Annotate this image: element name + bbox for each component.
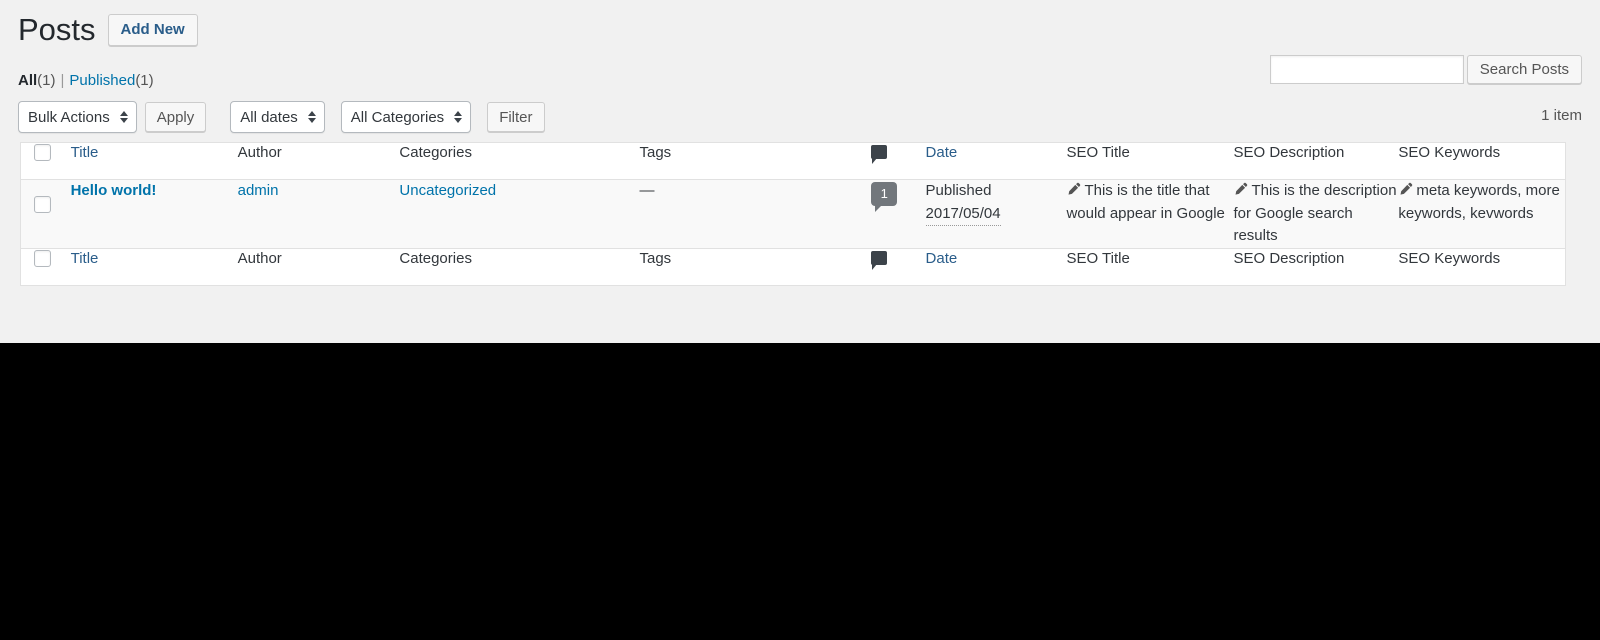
view-filter-links: All(1) | Published(1) [18, 70, 154, 91]
seo-description-value: This is the description for Google searc… [1233, 182, 1397, 244]
pencil-icon [1066, 182, 1081, 197]
footer-tags: Tags [639, 247, 872, 285]
row-seo-description-cell[interactable]: This is the description for Google searc… [1233, 179, 1399, 249]
add-new-button[interactable]: Add New [107, 13, 198, 47]
view-count-all: (1) [37, 72, 56, 89]
category-filter-select[interactable]: All Categories [340, 101, 472, 133]
header-categories: Categories [399, 142, 640, 180]
header-tags: Tags [639, 142, 872, 180]
select-all-checkbox-footer[interactable] [34, 249, 51, 267]
select-all-header [20, 142, 71, 180]
footer-author: Author [237, 247, 400, 285]
search-submit-button[interactable]: Search Posts [1466, 55, 1582, 84]
view-count-published: (1) [135, 72, 154, 89]
header-comments [871, 142, 926, 180]
table-footer-row: Title Author Categories Tags Date SEO Ti… [20, 247, 1566, 285]
footer-title: Title [70, 247, 238, 285]
select-stepper-icon [119, 111, 128, 123]
header-date: Date [925, 142, 1067, 180]
table-header-row: Title Author Categories Tags Date SEO Ti… [20, 142, 1566, 180]
tablenav-top: Bulk Actions Apply All dates All Categor… [18, 101, 545, 133]
bulk-actions-value: Bulk Actions [28, 108, 110, 126]
sort-date-link[interactable]: Date [926, 144, 958, 161]
view-separator: | [60, 72, 65, 89]
search-box: Search Posts [1269, 55, 1582, 84]
table-foot: Title Author Categories Tags Date SEO Ti… [20, 247, 1566, 285]
post-category-link[interactable]: Uncategorized [399, 182, 496, 199]
row-seo-title-cell[interactable]: This is the title that would appear in G… [1066, 179, 1234, 249]
select-all-checkbox[interactable] [34, 144, 51, 161]
footer-seo-description: SEO Description [1233, 247, 1399, 285]
seo-keywords-value: meta keywords, more keywords, kevwords [1398, 182, 1560, 222]
sort-title-link[interactable]: Title [71, 144, 99, 161]
view-link-all[interactable]: All [18, 72, 37, 89]
row-comments-cell: 1 [871, 179, 926, 249]
header-seo-keywords: SEO Keywords [1398, 142, 1566, 180]
bulk-actions-select[interactable]: Bulk Actions [18, 101, 137, 133]
empty-viewport-area [0, 343, 1600, 640]
sort-date-link-footer[interactable]: Date [926, 250, 958, 267]
post-date-status: Published [925, 182, 992, 199]
page-title: Posts [18, 12, 96, 47]
row-categories-cell: Uncategorized [399, 179, 640, 249]
posts-page: Posts Add New All(1) | Published(1) Search… [0, 0, 1600, 343]
row-author-cell: admin [237, 179, 400, 249]
post-tags-value: — [639, 182, 655, 199]
header-seo-title: SEO Title [1066, 142, 1234, 180]
footer-seo-keywords: SEO Keywords [1398, 247, 1566, 285]
post-title-link[interactable]: Hello world! [71, 182, 157, 199]
posts-table: Title Author Categories Tags Date SEO Ti… [20, 142, 1566, 286]
header-author: Author [237, 142, 400, 180]
view-link-published[interactable]: Published [69, 72, 135, 89]
header-seo-description: SEO Description [1233, 142, 1399, 180]
pencil-icon [1398, 182, 1413, 197]
header-title: Title [70, 142, 238, 180]
row-select-checkbox[interactable] [34, 196, 51, 213]
select-stepper-icon [307, 111, 316, 123]
row-select-cell [20, 179, 71, 249]
pencil-icon [1233, 182, 1248, 197]
footer-categories: Categories [399, 247, 640, 285]
comment-count-bubble[interactable]: 1 [871, 182, 898, 212]
select-stepper-icon [454, 111, 463, 123]
apply-button[interactable]: Apply [144, 102, 207, 132]
comment-bubble-icon [871, 145, 888, 164]
item-count: 1 item [1541, 107, 1582, 124]
sort-title-link-footer[interactable]: Title [71, 250, 99, 267]
table-row: Hello world! admin Uncategorized — 1 Pub… [20, 179, 1566, 249]
footer-date: Date [925, 247, 1067, 285]
category-filter-value: All Categories [350, 108, 445, 126]
post-date-value: 2017/05/04 [925, 203, 1001, 226]
seo-title-value: This is the title that would appear in G… [1066, 182, 1225, 222]
date-filter-value: All dates [240, 108, 298, 126]
filter-button[interactable]: Filter [487, 102, 545, 132]
table-body: Hello world! admin Uncategorized — 1 Pub… [20, 179, 1566, 249]
footer-seo-title: SEO Title [1066, 247, 1234, 285]
row-date-cell: Published 2017/05/04 [925, 179, 1067, 249]
row-title-cell: Hello world! [70, 179, 238, 249]
table-head: Title Author Categories Tags Date SEO Ti… [20, 142, 1566, 180]
select-all-footer [20, 247, 71, 285]
search-input[interactable] [1269, 55, 1464, 84]
row-seo-keywords-cell[interactable]: meta keywords, more keywords, kevwords [1398, 179, 1566, 249]
post-author-link[interactable]: admin [238, 182, 279, 199]
page-header: Posts Add New [18, 10, 198, 50]
footer-comments [871, 247, 926, 285]
comment-bubble-icon [871, 250, 888, 270]
row-tags-cell: — [639, 179, 872, 249]
date-filter-select[interactable]: All dates [230, 101, 325, 133]
